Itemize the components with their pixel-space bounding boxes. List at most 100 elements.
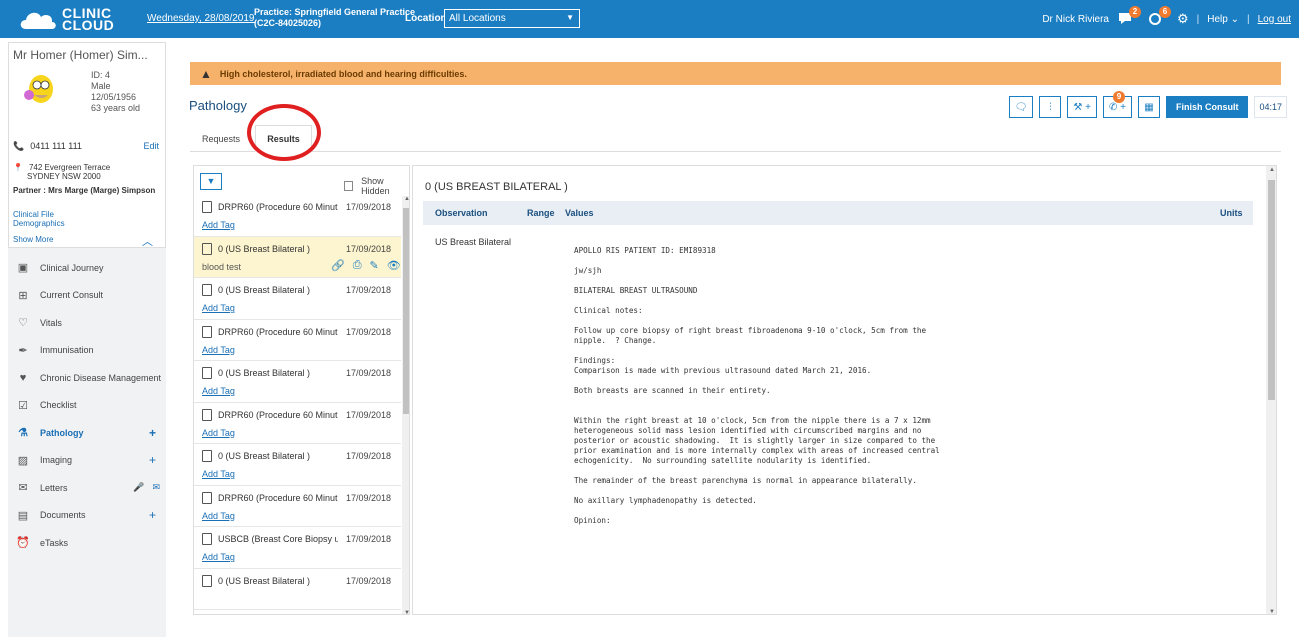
tasks-button[interactable]: 6 xyxy=(1147,6,1171,28)
add-imaging-button[interactable]: + xyxy=(149,453,156,467)
sidebar-item-pathology[interactable]: ⚗ Pathology + xyxy=(8,419,166,447)
show-hidden-checkbox[interactable] xyxy=(344,181,354,191)
list-item[interactable]: DRPR60 (Procedure 60 Minut... 17/09/2018 … xyxy=(194,403,401,444)
add-tag-link[interactable]: Add Tag xyxy=(202,386,235,396)
document-icon xyxy=(202,284,212,296)
tab-requests[interactable]: Requests xyxy=(190,125,252,152)
scrollbar-thumb[interactable] xyxy=(1268,180,1275,400)
microphone-icon[interactable]: 🎤 xyxy=(133,482,144,493)
link-icon[interactable]: 🔗 xyxy=(331,259,345,272)
image-icon: ▨ xyxy=(17,454,29,467)
patient-age: 63 years old xyxy=(91,103,141,113)
sidebar-item-chronic-disease-management[interactable]: ♥ Chronic Disease Management xyxy=(8,364,166,392)
list-item[interactable]: DRPR60 (Procedure 60 Minut... 17/09/2018 … xyxy=(194,195,401,237)
sidebar-item-documents[interactable]: ▤ Documents + xyxy=(8,502,166,530)
tool-icon: ⚒ + xyxy=(1073,101,1091,113)
sidebar-item-vitals[interactable]: ♡ Vitals xyxy=(8,309,166,337)
demographics-link[interactable]: Demographics xyxy=(13,219,65,228)
heart-icon: ♡ xyxy=(18,317,28,330)
envelope-icon[interactable]: ✉ xyxy=(152,482,160,493)
sidebar-item-current-consult[interactable]: ⊞ Current Consult xyxy=(8,282,166,310)
list-item[interactable]: DRPR60 (Procedure 60 Minut... 17/09/2018 … xyxy=(194,320,401,361)
filter-button[interactable]: ▼ xyxy=(200,173,222,190)
patient-name[interactable]: Mr Homer (Homer) Sim... xyxy=(13,48,163,62)
finish-consult-button[interactable]: Finish Consult xyxy=(1165,96,1249,118)
sidebar-item-immunisation[interactable]: ✒ Immunisation xyxy=(8,337,166,365)
patient-card: Mr Homer (Homer) Sim... ID: 4 Male 12/05… xyxy=(8,42,166,248)
messages-button[interactable]: 2 xyxy=(1117,6,1141,28)
column-range: Range xyxy=(527,208,555,218)
result-detail-panel: 0 (US BREAST BILATERAL ) Observation Ran… xyxy=(412,165,1277,615)
add-procedure-button[interactable]: ⚒ + xyxy=(1067,96,1097,118)
current-date-link[interactable]: Wednesday, 28/08/2019 xyxy=(147,13,255,24)
cloud-logo-icon xyxy=(20,12,56,29)
list-item[interactable]: 0 (US Breast Bilateral ) 17/09/2018 Add T… xyxy=(194,278,401,320)
divider: | xyxy=(1247,13,1250,25)
sidebar-item-checklist[interactable]: ☑ Checklist xyxy=(8,392,166,420)
show-more-link[interactable]: Show More xyxy=(13,235,53,244)
add-document-button[interactable]: + xyxy=(149,508,156,522)
add-tag-link[interactable]: Add Tag xyxy=(202,511,235,521)
add-tag-link[interactable]: Add Tag xyxy=(202,552,235,562)
add-pathology-button[interactable]: + xyxy=(149,426,156,440)
alarm-clock-icon: ⏰ xyxy=(16,537,30,550)
scrollbar-thumb[interactable] xyxy=(403,208,409,414)
document-icon xyxy=(202,491,212,504)
tasks-badge: 6 xyxy=(1159,6,1171,18)
column-units: Units xyxy=(1220,208,1243,218)
add-tag-link[interactable]: Add Tag xyxy=(202,428,235,438)
gear-icon[interactable]: ⚙ xyxy=(1177,11,1189,27)
sidebar-item-letters[interactable]: ✉ Letters 🎤 ✉ xyxy=(8,474,166,502)
chevron-down-icon: ⌄ xyxy=(1230,13,1240,25)
column-values: Values xyxy=(565,208,594,218)
document-icon xyxy=(202,574,212,587)
add-tag-link[interactable]: Add Tag xyxy=(202,345,235,355)
print-icon[interactable]: ⎙ xyxy=(353,259,362,272)
highlight-annotation-circle xyxy=(247,104,321,161)
list-item[interactable]: 0 (US Breast Bilateral ) 17/09/2018 xyxy=(194,569,401,610)
patient-partner: Partner : Mrs Marge (Marge) Simpson xyxy=(13,186,156,195)
edit-link[interactable]: Edit xyxy=(143,141,159,151)
add-tag-link[interactable]: Add Tag xyxy=(202,303,235,313)
pencil-icon[interactable]: ✎ xyxy=(370,259,379,272)
pathology-tabs: Requests Results xyxy=(190,125,1281,152)
add-tag-link[interactable]: Add Tag xyxy=(202,469,235,479)
results-scrollbar[interactable]: ▲ ▼ xyxy=(402,196,409,614)
list-item[interactable]: DRPR60 (Procedure 60 Minut... 17/09/2018 … xyxy=(194,486,401,527)
phone-icon: 📞 xyxy=(13,141,25,151)
list-item[interactable]: USBCB (Breast Core Biopsy u... 17/09/2018… xyxy=(194,527,401,569)
sidebar-item-imaging[interactable]: ▨ Imaging + xyxy=(8,447,166,475)
list-item[interactable]: 0 (US Breast Bilateral ) 17/09/2018 Add T… xyxy=(194,361,401,403)
chat-icon: 🗨 xyxy=(1014,101,1028,113)
practice-info: Practice: Springfield General Practice (… xyxy=(254,7,416,28)
avatar xyxy=(24,75,53,103)
list-item[interactable]: 0 (US Breast Bilateral ) 17/09/2018 Add T… xyxy=(194,444,401,486)
document-icon xyxy=(202,367,212,379)
user-name[interactable]: Dr Nick Riviera xyxy=(1042,14,1109,25)
sidebar-item-etasks[interactable]: ⏰ eTasks xyxy=(8,529,166,557)
patient-phone: 📞 0411 111 111 xyxy=(13,141,82,151)
list-item-selected[interactable]: 0 (US Breast Bilateral ) 17/09/2018 blood… xyxy=(194,236,401,278)
clinical-file-link[interactable]: Clinical File xyxy=(13,210,54,219)
phone-icon: ✆ + xyxy=(1108,101,1126,113)
chat-button[interactable]: 🗨 xyxy=(1008,96,1034,118)
flask-icon: ⚗ xyxy=(18,427,28,440)
logout-link[interactable]: Log out xyxy=(1258,14,1291,25)
add-tag-link[interactable]: Add Tag xyxy=(202,220,235,230)
clinic-cloud-logo[interactable]: CLINIC CLOUD xyxy=(18,4,114,34)
consult-toolbar: 🗨 ⫶ ⚒ + ✆ +9 ▦ Finish Consult 04:17 xyxy=(1008,91,1287,118)
consult-timer: 04:17 xyxy=(1254,96,1287,118)
chevron-up-icon[interactable]: ︿ xyxy=(142,233,153,249)
measurements-button[interactable]: ⫶ xyxy=(1039,96,1062,118)
document-icon xyxy=(202,533,212,545)
heartbeat-icon: ♥ xyxy=(19,371,27,384)
help-menu[interactable]: Help ⌄ xyxy=(1207,14,1239,25)
sidebar-item-clinical-journey[interactable]: ▣ Clinical Journey xyxy=(8,254,166,282)
divider: | xyxy=(1196,13,1200,25)
add-call-button[interactable]: ✆ +9 xyxy=(1102,91,1132,118)
location-select[interactable]: All Locations ▼ xyxy=(444,9,580,28)
eye-icon[interactable]: 👁 xyxy=(387,259,401,272)
show-hidden-toggle[interactable]: Show Hidden xyxy=(344,176,409,196)
detail-scrollbar[interactable]: ▲ ▼ xyxy=(1266,166,1276,614)
calendar-button[interactable]: ▦ xyxy=(1137,96,1160,118)
